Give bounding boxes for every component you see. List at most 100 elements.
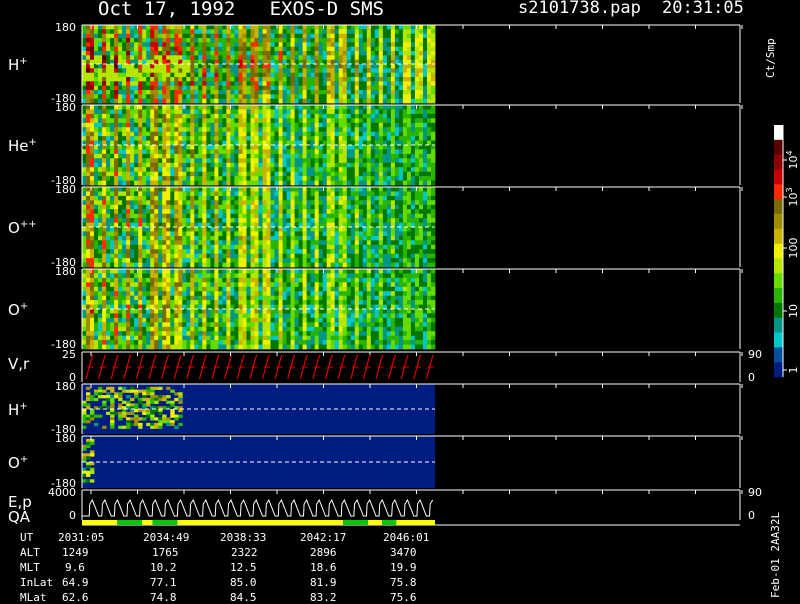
spectrogram-cell xyxy=(419,249,423,254)
spectrogram-cell xyxy=(303,109,307,114)
spectrogram-cell xyxy=(106,167,110,172)
spectrogram-cell xyxy=(226,77,230,82)
spectrogram-cell xyxy=(343,136,347,141)
spectrogram-cell xyxy=(94,278,98,283)
spectrogram-cell xyxy=(98,167,102,172)
spectrogram-cell xyxy=(158,29,162,34)
spectrogram-cell xyxy=(283,205,287,210)
spectrogram-cell xyxy=(383,29,387,34)
spectrogram-cell xyxy=(134,172,138,177)
spectrogram-cell xyxy=(307,47,311,52)
spectrogram-cell xyxy=(355,73,359,78)
spectrogram-cell xyxy=(110,273,114,278)
spectrogram-cell xyxy=(411,136,415,141)
spectrogram-cell xyxy=(150,218,154,223)
spectrogram-cell xyxy=(146,51,150,56)
spectrogram-cell xyxy=(94,227,98,232)
spectrogram-cell xyxy=(122,114,126,119)
spectrogram-cell xyxy=(98,300,102,305)
spectrogram-cell xyxy=(142,258,146,263)
spectrogram-cell xyxy=(174,73,178,78)
spectrogram-cell xyxy=(110,187,114,192)
spectrogram-cell xyxy=(351,176,355,181)
spectrogram-cell xyxy=(339,172,343,177)
spectrogram-cell xyxy=(202,42,206,47)
spectrogram-cell xyxy=(307,81,311,86)
spectrogram-cell xyxy=(102,227,106,232)
spectrogram-cell xyxy=(234,109,238,114)
spectrogram-cell xyxy=(335,136,339,141)
spectrogram-cell xyxy=(419,205,423,210)
spectrogram-cell xyxy=(158,99,162,104)
spectrogram-cell xyxy=(142,114,146,119)
spectrogram-cell xyxy=(391,81,395,86)
spectrogram-cell xyxy=(234,38,238,43)
spectrogram-cell xyxy=(114,47,118,52)
spectrogram-cell xyxy=(283,81,287,86)
spectrogram-cell xyxy=(94,29,98,34)
spectrogram-cell xyxy=(255,258,259,263)
spectrogram-cell xyxy=(355,209,359,214)
spectrogram-cell xyxy=(415,205,419,210)
spectrogram-cell xyxy=(415,123,419,128)
spectrogram-cell xyxy=(355,25,359,30)
spectrogram-cell xyxy=(174,249,178,254)
spectrogram-cell xyxy=(331,214,335,219)
spectrogram-cell xyxy=(387,136,391,141)
spectrogram-cell xyxy=(275,114,279,119)
spectrogram-cell xyxy=(94,187,98,192)
spectrogram-cell xyxy=(415,209,419,214)
spectrogram-cell xyxy=(102,77,106,82)
spectrogram-cell xyxy=(351,191,355,196)
spectrogram-cell xyxy=(202,154,206,159)
spectrogram-cell xyxy=(226,214,230,219)
spectrogram-cell xyxy=(279,231,283,236)
spectrogram-cell xyxy=(170,149,174,154)
spectrogram-cell xyxy=(114,55,118,60)
spectrogram-cell xyxy=(371,196,375,201)
spectrogram-cell xyxy=(431,176,435,181)
spectrogram-cell xyxy=(98,118,102,123)
spectrogram-cell xyxy=(371,172,375,177)
spectrogram-cell xyxy=(134,214,138,219)
spectrogram-cell xyxy=(267,191,271,196)
spectrogram-cell xyxy=(351,167,355,172)
spectrogram-cell xyxy=(82,318,86,323)
spectrogram-cell xyxy=(126,167,130,172)
spectrogram-cell xyxy=(114,345,118,350)
spectrogram-cell xyxy=(255,68,259,73)
spectrogram-cell xyxy=(114,176,118,181)
spectrogram-cell xyxy=(230,187,234,192)
spectrogram-cell xyxy=(279,181,283,186)
spectrogram-cell xyxy=(343,86,347,91)
spectrogram-cell xyxy=(427,136,431,141)
spectrogram-cell xyxy=(138,254,142,259)
spectrogram-cell xyxy=(251,231,255,236)
spectrogram-cell xyxy=(214,209,218,214)
spectrogram-cell xyxy=(351,149,355,154)
spectrogram-cell xyxy=(303,77,307,82)
spectrogram-cell xyxy=(162,105,166,110)
spectrogram-cell xyxy=(331,34,335,39)
spectrogram-cell xyxy=(222,172,226,177)
spectrogram-cell xyxy=(206,132,210,137)
spectrogram-cell xyxy=(419,158,423,163)
spectrogram-cell xyxy=(427,114,431,119)
spectrogram-cell xyxy=(415,42,419,47)
spectrogram-cell xyxy=(130,25,134,30)
spectrogram-cell xyxy=(142,176,146,181)
spectrogram-cell xyxy=(230,136,234,141)
spectrogram-cell xyxy=(210,68,214,73)
spectrogram-cell xyxy=(403,158,407,163)
spectrogram-cell xyxy=(255,149,259,154)
spectrogram-cell xyxy=(90,149,94,154)
spectrogram-cell xyxy=(359,249,363,254)
spectrogram-cell xyxy=(363,245,367,250)
spectrogram-cell xyxy=(94,336,98,341)
spectrogram-cell xyxy=(319,118,323,123)
spectrogram-cell xyxy=(174,118,178,123)
spectrogram-cell xyxy=(363,68,367,73)
spectrogram-cell xyxy=(379,236,383,241)
spectrogram-cell xyxy=(210,205,214,210)
spectrogram-cell xyxy=(142,123,146,128)
